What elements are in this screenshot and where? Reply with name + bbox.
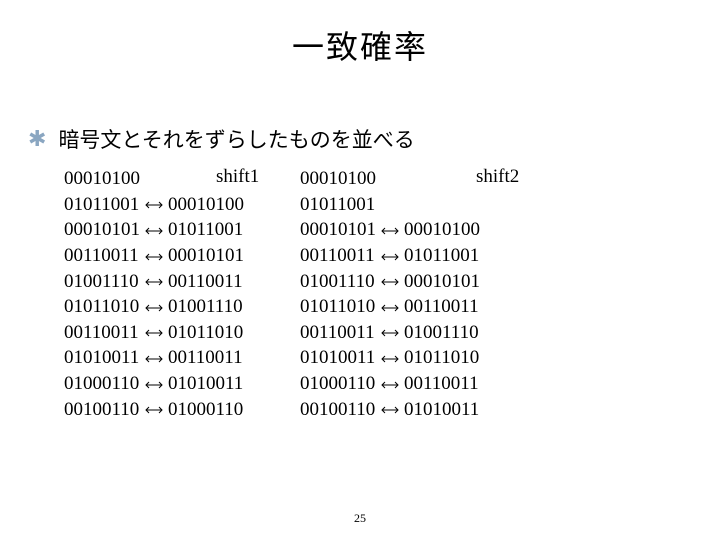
cell: 01011001 — [168, 217, 244, 243]
double-arrow-icon — [376, 243, 404, 269]
cell: 01001110 — [168, 294, 244, 320]
cell: 01001110 — [404, 320, 480, 346]
double-arrow-icon — [376, 345, 404, 371]
table-row: 01001110 00110011 — [64, 269, 244, 295]
cell: 00010101 — [64, 217, 140, 243]
double-arrow-icon — [376, 269, 404, 295]
cell: 00110011 — [168, 345, 244, 371]
table-row: 01000110 01010011 — [64, 371, 244, 397]
cell: 01001110 — [300, 269, 376, 295]
table-row: 00110011 00010101 — [64, 243, 244, 269]
cell: 01010011 — [404, 397, 480, 423]
cell: 00110011 — [300, 243, 376, 269]
double-arrow-icon — [376, 371, 404, 397]
cell — [404, 166, 480, 192]
double-arrow-icon — [376, 397, 404, 423]
double-arrow-icon — [376, 217, 404, 243]
bullet-line: ✱ 暗号文とそれをずらしたものを並べる — [28, 124, 720, 154]
shift2-table: 00010100 01011001 00010101 00010100 00110… — [300, 166, 480, 422]
double-arrow-icon — [140, 192, 168, 218]
table-row: 00010101 01011001 — [64, 217, 244, 243]
cell: 00110011 — [300, 320, 376, 346]
shift1-table: 00010100 0101100100010100 00010101010110… — [64, 166, 244, 422]
table-row: 01000110 00110011 — [300, 371, 480, 397]
cell: 01011001 — [404, 243, 480, 269]
table-row: 01010011 00110011 — [64, 345, 244, 371]
double-arrow-icon — [140, 345, 168, 371]
cell: 00010100 — [404, 217, 480, 243]
cell: 01011001 — [64, 192, 140, 218]
slide-title: 一致確率 — [0, 0, 720, 68]
cell: 00010100 — [300, 166, 376, 192]
table-row: 00010101 00010100 — [300, 217, 480, 243]
bullet-text: 暗号文とそれをずらしたものを並べる — [58, 124, 414, 154]
table-row: 01011001 — [300, 192, 480, 218]
double-arrow-icon — [140, 397, 168, 423]
double-arrow-icon — [376, 294, 404, 320]
table-row: 01010011 01011010 — [300, 345, 480, 371]
cell: 00100110 — [64, 397, 140, 423]
double-arrow-icon — [140, 269, 168, 295]
cell: 00110011 — [404, 294, 480, 320]
cell: 01011010 — [404, 345, 480, 371]
cell: 00110011 — [64, 320, 140, 346]
cell: 01011001 — [300, 192, 376, 218]
cell: 01011010 — [64, 294, 140, 320]
table-row: 00110011 01001110 — [300, 320, 480, 346]
table-row: 01011010 01001110 — [64, 294, 244, 320]
cell: 00110011 — [64, 243, 140, 269]
shift1-block: shift1 00010100 0101100100010100 0001010… — [64, 166, 244, 422]
cell: 01010011 — [64, 345, 140, 371]
table-row: 01011001 00010100 — [64, 192, 244, 218]
double-arrow-icon — [140, 217, 168, 243]
double-arrow-icon — [140, 243, 168, 269]
content-columns: shift1 00010100 0101100100010100 0001010… — [64, 166, 720, 422]
page-number: 25 — [0, 511, 720, 526]
cell: 01000110 — [168, 397, 244, 423]
double-arrow-icon — [140, 320, 168, 346]
shift2-block: shift2 00010100 01011001 000101010001010… — [300, 166, 480, 422]
cell: 00010100 — [64, 166, 140, 192]
cell: 01000110 — [64, 371, 140, 397]
shift2-label: shift2 — [476, 166, 519, 188]
cell: 01010011 — [168, 371, 244, 397]
table-row: 01001110 00010101 — [300, 269, 480, 295]
table-row: 00110011 01011010 — [64, 320, 244, 346]
cell: 00110011 — [168, 269, 244, 295]
cell: 00010100 — [168, 192, 244, 218]
cell: 01000110 — [300, 371, 376, 397]
double-arrow-icon — [376, 320, 404, 346]
cell: 01010011 — [300, 345, 376, 371]
asterisk-icon: ✱ — [28, 126, 46, 152]
table-row: 00100110 01010011 — [300, 397, 480, 423]
table-row: 01011010 00110011 — [300, 294, 480, 320]
table-row: 00010100 — [300, 166, 480, 192]
cell: 00010101 — [404, 269, 480, 295]
cell: 00010101 — [168, 243, 244, 269]
cell: 00110011 — [404, 371, 480, 397]
cell: 01011010 — [300, 294, 376, 320]
cell: 00010101 — [300, 217, 376, 243]
cell: 00100110 — [300, 397, 376, 423]
table-row: 00100110 01000110 — [64, 397, 244, 423]
table-row: 00110011 01011001 — [300, 243, 480, 269]
shift1-label: shift1 — [216, 166, 259, 188]
double-arrow-icon — [140, 371, 168, 397]
cell: 01001110 — [64, 269, 140, 295]
cell: 01011010 — [168, 320, 244, 346]
cell — [404, 192, 480, 218]
double-arrow-icon — [140, 294, 168, 320]
